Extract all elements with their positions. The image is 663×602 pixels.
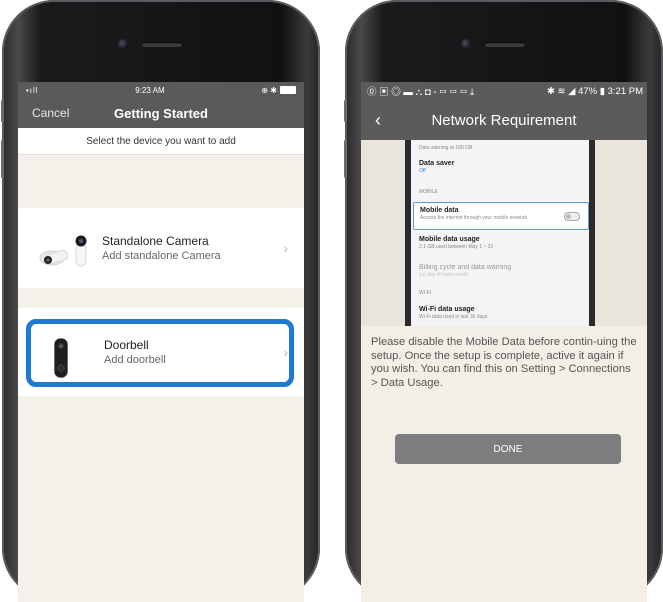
data-saver-label: Data saver [419,160,455,167]
mobile-section-label: MOBILE [419,189,438,195]
battery-icon [279,86,296,95]
ios-status-bar: •ıll 9:23 AM ⊕ ✱ [18,82,304,98]
mobile-data-toggle [564,212,580,221]
mobile-data-setting: Mobile data Access the internet through … [413,202,589,230]
mobile-usage-sub: 2.1 GB used between May 1 ~ 31 [419,244,494,250]
wifi-section-label: WI-FI [419,290,432,296]
settings-screenshot: Data warning at 100 GB Data saver Off MO… [361,140,647,326]
volume-up-button [1,140,4,178]
billing-cycle-sub: 1st day of each month [419,272,469,278]
data-warning-text: Data warning at 100 GB [419,145,473,151]
right-phone: ⓪ ▣ ◎ ▬ ⛬ ◘ ◦ ▭ ▭ ▭ ⤓ ✱ ≋ ◢ 47% ▮ 3:21 P… [344,0,663,602]
volume-up-button [344,140,347,178]
data-saver-state: Off [419,168,426,174]
select-device-prompt: Select the device you want to add [18,128,304,155]
device-subtitle: Add standalone Camera [102,250,221,262]
page-title: Getting Started [114,105,208,121]
device-name: Standalone Camera [102,234,209,248]
back-arrow-icon[interactable]: ‹ [375,110,381,131]
instructions-text: Please disable the Mobile Data before co… [371,336,637,389]
mute-switch [344,100,347,122]
status-right: ⊕ ✱ [261,86,296,95]
billing-cycle-label: Billing cycle and data warning [419,264,512,271]
mobile-data-description: Access the internet through your mobile … [420,215,529,221]
page-title: Network Requirement [431,111,577,129]
nav-bar: Cancel Getting Started [18,98,304,128]
inner-settings-screen: Data warning at 100 GB Data saver Off MO… [411,140,589,326]
status-right: ✱ ≋ ◢ 47% ▮ 3:21 PM [546,85,643,97]
left-phone: •ıll 9:23 AM ⊕ ✱ Cancel Getting Started … [1,0,320,602]
earpiece-speaker [485,42,525,47]
inner-phone-frame: Data warning at 100 GB Data saver Off MO… [405,140,595,326]
mobile-data-label: Mobile data [420,207,459,214]
left-screen: •ıll 9:23 AM ⊕ ✱ Cancel Getting Started … [18,82,304,602]
chevron-right-icon: › [283,240,288,256]
cancel-button[interactable]: Cancel [32,106,69,120]
selection-highlight [26,319,294,387]
wifi-usage-label: Wi-Fi data usage [419,306,475,313]
earpiece-speaker [142,42,182,47]
notification-icons: ⓪ ▣ ◎ ▬ ⛬ ◘ ◦ ▭ ▭ ▭ ⤓ [367,87,475,98]
right-screen: ⓪ ▣ ◎ ▬ ⛬ ◘ ◦ ▭ ▭ ▭ ⤓ ✱ ≋ ◢ 47% ▮ 3:21 P… [361,82,647,602]
status-time: 9:23 AM [135,85,165,95]
mute-switch [1,100,4,122]
android-status-bar: ⓪ ▣ ◎ ▬ ⛬ ◘ ◦ ▭ ▭ ▭ ⤓ ✱ ≋ ◢ 47% ▮ 3:21 P… [361,82,647,100]
wifi-usage-sub: Wi-Fi data used in last 30 days [419,314,488,320]
mobile-usage-label: Mobile data usage [419,236,480,243]
signal-indicator: •ıll [26,85,39,95]
camera-icon [39,235,87,267]
device-row-standalone-camera[interactable]: Standalone Camera Add standalone Camera … [18,208,304,288]
nav-bar: ‹ Network Requirement [361,100,647,140]
front-camera [118,39,128,49]
front-camera [461,39,471,49]
done-button[interactable]: DONE [395,434,621,464]
